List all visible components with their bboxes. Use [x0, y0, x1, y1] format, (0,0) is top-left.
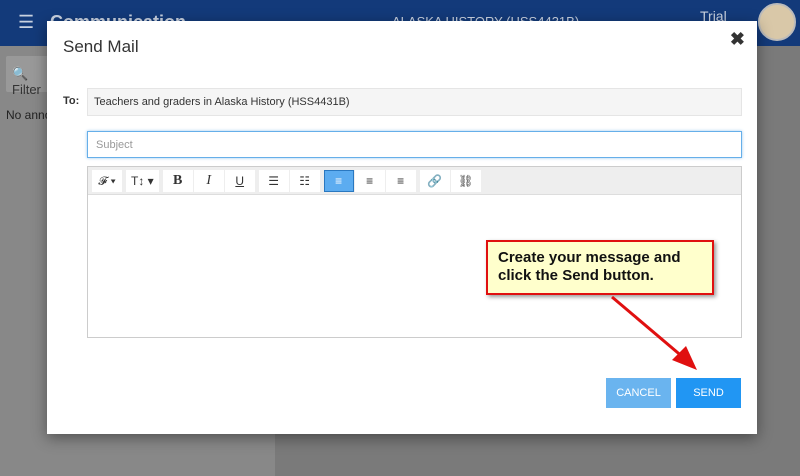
callout-arrow — [611, 295, 697, 370]
